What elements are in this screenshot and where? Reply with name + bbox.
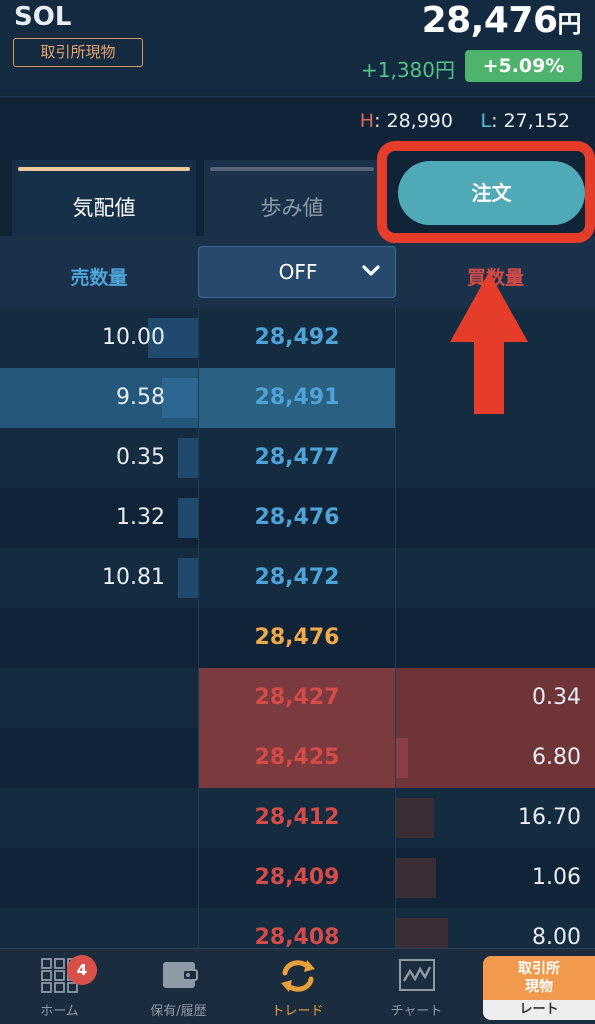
buy-depth-bar	[396, 858, 436, 898]
tab-label: 歩み値	[260, 196, 324, 220]
change-percent-badge: +5.09%	[465, 50, 582, 82]
buy-depth-bar	[396, 738, 408, 778]
buy-depth-bar	[396, 798, 434, 838]
ask-price: 28,477	[198, 428, 396, 488]
sell-qty-cell	[0, 848, 198, 908]
ask-row[interactable]: 0.35 28,477	[0, 428, 595, 488]
bid-row[interactable]: 28,412 16.70	[0, 788, 595, 848]
last-price-row: 28,476	[0, 608, 595, 668]
sell-depth-bar	[178, 558, 198, 598]
buy-qty: 1.06	[532, 865, 581, 890]
tab-indicator	[18, 167, 190, 171]
trade-arrows-icon	[280, 960, 315, 992]
ask-price: 28,476	[198, 488, 396, 548]
sell-qty: 10.00	[102, 325, 165, 350]
bid-price: 28,425	[198, 728, 396, 788]
nav-chart[interactable]: チャート	[357, 949, 476, 1024]
ticker-header: SOL 取引所現物 28,476円 +1,380円 +5.09%	[0, 0, 595, 95]
buy-qty: 0.34	[532, 685, 581, 710]
sell-qty-cell: 0.35	[0, 428, 198, 488]
buy-qty: 6.80	[532, 745, 581, 770]
sell-qty-cell	[0, 788, 198, 848]
rate-market-label: 取引所 現物	[518, 961, 560, 995]
sell-qty-cell	[0, 608, 198, 668]
ask-price: 28,472	[198, 548, 396, 608]
nav-home[interactable]: 4 ホーム	[0, 949, 119, 1024]
sell-qty-cell: 10.00	[0, 308, 198, 368]
buy-qty: 16.70	[518, 805, 581, 830]
grouping-select[interactable]: OFF	[198, 246, 396, 298]
tab-order-book[interactable]: 気配値	[12, 160, 196, 236]
tab-label: 気配値	[72, 196, 136, 220]
chevron-down-icon	[362, 265, 380, 276]
buy-qty-cell: 16.70	[396, 788, 595, 848]
sell-qty-cell: 10.81	[0, 548, 198, 608]
sell-qty: 9.58	[116, 385, 165, 410]
sell-qty: 1.32	[116, 505, 165, 530]
rate-label: レート	[483, 1000, 595, 1020]
buy-qty-cell	[396, 488, 595, 548]
sell-depth-bar	[162, 378, 198, 418]
chart-icon	[398, 959, 435, 991]
symbol-name: SOL	[14, 2, 72, 32]
change-amount: +1,380円	[360, 58, 455, 82]
wallet-icon	[162, 962, 198, 988]
order-button[interactable]: 注文	[398, 161, 585, 225]
sell-qty-cell	[0, 668, 198, 728]
nav-label: 保有/履歴	[150, 1004, 207, 1019]
nav-holdings[interactable]: 保有/履歴	[119, 949, 238, 1024]
tab-indicator	[210, 167, 374, 171]
high-price: H: 28,990	[359, 110, 453, 132]
sell-qty: 10.81	[102, 565, 165, 590]
sell-qty-cell	[0, 728, 198, 788]
bid-price: 28,412	[198, 788, 396, 848]
bid-row[interactable]: 28,409 1.06	[0, 848, 595, 908]
low-price: L: 27,152	[480, 110, 570, 132]
ask-price: 28,491	[198, 368, 396, 428]
nav-trade[interactable]: トレード	[238, 949, 357, 1024]
ask-price: 28,492	[198, 308, 396, 368]
sell-qty: 0.35	[116, 445, 165, 470]
buy-qty-cell: 0.34	[396, 668, 595, 728]
buy-qty-cell	[396, 608, 595, 668]
sell-depth-bar	[178, 438, 198, 478]
bid-price: 28,409	[198, 848, 396, 908]
nav-label: ホーム	[40, 1004, 79, 1019]
nav-label: トレード	[271, 1004, 324, 1019]
ask-row[interactable]: 1.32 28,476	[0, 488, 595, 548]
sell-qty-cell: 9.58	[0, 368, 198, 428]
tab-trade-history[interactable]: 歩み値	[204, 160, 380, 236]
bid-row[interactable]: 28,427 0.34	[0, 668, 595, 728]
sell-qty-cell: 1.32	[0, 488, 198, 548]
nav-label: チャート	[390, 1004, 443, 1019]
bid-price: 28,427	[198, 668, 396, 728]
last-price: 28,476	[198, 608, 396, 668]
sell-quantity-header: 売数量	[70, 267, 128, 289]
notification-badge: 4	[67, 955, 97, 985]
buy-qty-cell: 1.06	[396, 848, 595, 908]
buy-qty-cell	[396, 428, 595, 488]
market-badge: 取引所現物	[13, 38, 143, 67]
rate-toggle[interactable]: 取引所 現物 レート	[483, 956, 595, 1020]
annotation-arrow-icon	[450, 272, 528, 414]
buy-qty-cell: 6.80	[396, 728, 595, 788]
sell-depth-bar	[178, 498, 198, 538]
bid-row[interactable]: 28,425 6.80	[0, 728, 595, 788]
current-price: 28,476円	[421, 0, 582, 41]
buy-qty-cell	[396, 548, 595, 608]
ask-row[interactable]: 10.81 28,472	[0, 548, 595, 608]
